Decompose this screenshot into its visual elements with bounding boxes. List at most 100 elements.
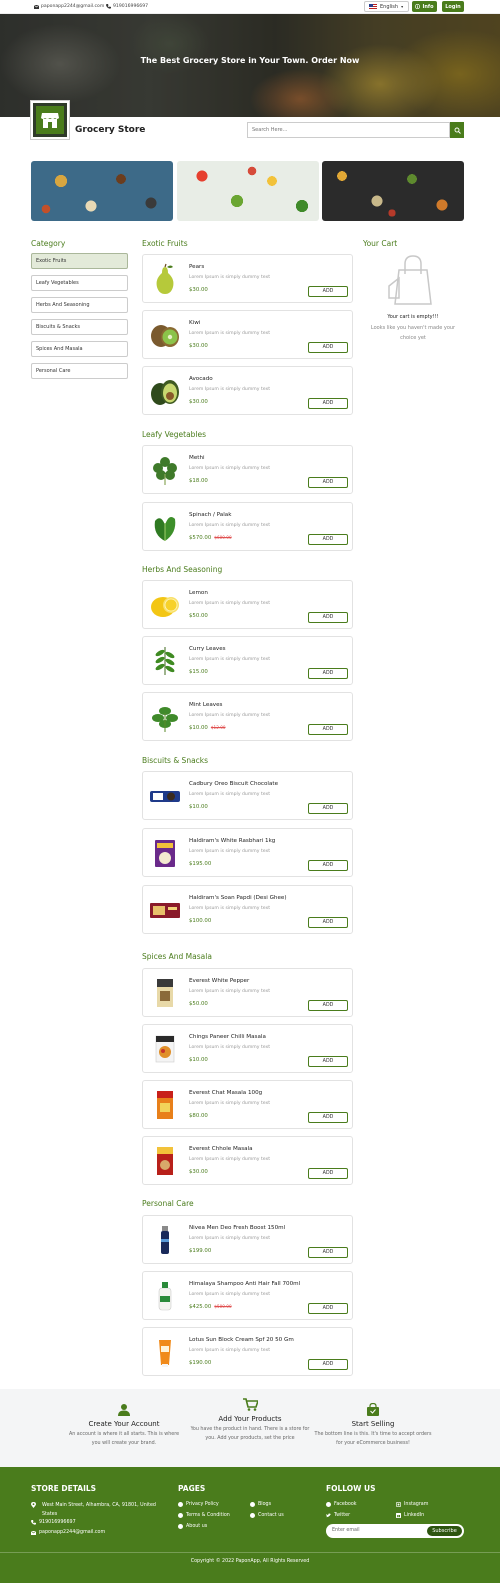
add-to-cart-button[interactable]: ADD xyxy=(308,1056,348,1067)
product-card[interactable]: Haldiram's Soan Papdi (Desi Ghee) Lorem I… xyxy=(142,885,353,934)
search-input[interactable] xyxy=(247,122,450,138)
product-name: Spinach / Palak xyxy=(189,512,232,518)
feature-add-products: Add Your Products You have the product i… xyxy=(190,1398,310,1443)
spinach-icon xyxy=(149,511,181,543)
add-to-cart-button[interactable]: ADD xyxy=(308,668,348,679)
product-name: Himalaya Shampoo Anti Hair Fall 700ml xyxy=(189,1281,301,1287)
search-button[interactable] xyxy=(450,122,464,138)
add-to-cart-button[interactable]: ADD xyxy=(308,342,348,353)
add-to-cart-button[interactable]: ADD xyxy=(308,803,348,814)
footer-email[interactable]: paponapp2244@gmail.com xyxy=(31,1530,105,1535)
promo-banner-produce[interactable] xyxy=(322,161,464,221)
bullet-icon xyxy=(178,1513,183,1518)
product-price: $30.00 xyxy=(189,287,208,293)
price-current: $570.00 xyxy=(189,535,212,541)
product-card[interactable]: Lotus Sun Block Cream Spf 20 50 Gm Lorem … xyxy=(142,1327,353,1376)
product-price: $190.00 xyxy=(189,1360,211,1366)
category-item[interactable]: Personal Care xyxy=(31,363,128,379)
language-select[interactable]: English ▾ xyxy=(364,1,409,12)
product-card[interactable]: Avocado Lorem Ipsum is simply dummy text $… xyxy=(142,366,353,415)
add-to-cart-button[interactable]: ADD xyxy=(308,477,348,488)
product-card[interactable]: Everest Chat Masala 100g Lorem Ipsum is s… xyxy=(142,1080,353,1129)
add-to-cart-button[interactable]: ADD xyxy=(308,724,348,735)
product-card[interactable]: Everest White Pepper Lorem Ipsum is simpl… xyxy=(142,968,353,1017)
add-to-cart-button[interactable]: ADD xyxy=(308,1247,348,1258)
category-item[interactable]: Spices And Masala xyxy=(31,341,128,357)
product-description: Lorem Ipsum is simply dummy text xyxy=(189,657,271,662)
product-card[interactable]: Spinach / Palak Lorem Ipsum is simply dum… xyxy=(142,502,353,551)
footer-link-contact[interactable]: Contact us xyxy=(250,1513,284,1518)
product-card[interactable]: Everest Chhole Masala Lorem Ipsum is simp… xyxy=(142,1136,353,1185)
price-current: $30.00 xyxy=(189,399,208,405)
bullet-icon xyxy=(178,1524,183,1529)
product-card[interactable]: Kiwi Lorem Ipsum is simply dummy text $30.… xyxy=(142,310,353,359)
product-card[interactable]: Pears Lorem Ipsum is simply dummy text $30… xyxy=(142,254,353,303)
sunblock-tube-icon xyxy=(149,1336,181,1368)
category-item[interactable]: Herbs And Seasoning xyxy=(31,297,128,313)
social-linkedin[interactable]: LinkedIn xyxy=(396,1513,424,1518)
product-description: Lorem Ipsum is simply dummy text xyxy=(189,906,271,911)
footer-link-blogs[interactable]: Blogs xyxy=(250,1502,271,1507)
product-card[interactable]: Mint Leaves Lorem Ipsum is simply dummy t… xyxy=(142,692,353,741)
add-to-cart-button[interactable]: ADD xyxy=(308,860,348,871)
rasbhari-icon xyxy=(149,837,181,869)
add-to-cart-button[interactable]: ADD xyxy=(308,1168,348,1179)
product-card[interactable]: Methi Lorem Ipsum is simply dummy text $18… xyxy=(142,445,353,494)
category-item[interactable]: Biscuits & Snacks xyxy=(31,319,128,335)
product-description: Lorem Ipsum is simply dummy text xyxy=(189,1045,271,1050)
social-twitter[interactable]: Twitter xyxy=(326,1513,350,1518)
social-instagram[interactable]: Instagram xyxy=(396,1502,428,1507)
footer-link-about[interactable]: About us xyxy=(178,1524,207,1529)
price-current: $10.00 xyxy=(189,804,208,810)
topbar-email[interactable]: paponapp2244@gmail.com xyxy=(34,4,104,9)
promo-banner-spices[interactable] xyxy=(31,161,173,221)
social-facebook[interactable]: Facebook xyxy=(326,1502,357,1507)
copyright: Copyright © 2022 PaponApp, All Rights Re… xyxy=(0,1552,500,1564)
product-card[interactable]: Lemon Lorem Ipsum is simply dummy text $50… xyxy=(142,580,353,629)
product-name: Curry Leaves xyxy=(189,646,226,652)
add-to-cart-button[interactable]: ADD xyxy=(308,1000,348,1011)
footer-link-label: Blogs xyxy=(258,1502,272,1507)
promo-banner-vegetables[interactable] xyxy=(177,161,319,221)
info-button[interactable]: Info xyxy=(412,1,437,12)
footer-link-terms[interactable]: Terms & Condition xyxy=(178,1513,230,1518)
category-item[interactable]: Exotic Fruits xyxy=(31,253,128,269)
login-button[interactable]: Login xyxy=(442,1,464,12)
category-item[interactable]: Leafy Vegetables xyxy=(31,275,128,291)
product-card[interactable]: Nivea Men Deo Fresh Boost 150ml Lorem Ips… xyxy=(142,1215,353,1264)
product-card[interactable]: Himalaya Shampoo Anti Hair Fall 700ml Lor… xyxy=(142,1271,353,1320)
product-card[interactable]: Chings Paneer Chilli Masala Lorem Ipsum i… xyxy=(142,1024,353,1073)
product-price: $425.00 $500.00 xyxy=(189,1304,232,1310)
add-to-cart-button[interactable]: ADD xyxy=(308,1359,348,1370)
login-label: Login xyxy=(445,3,461,10)
category-title: Category xyxy=(31,239,66,248)
shampoo-bottle-icon xyxy=(149,1280,181,1312)
cart-title: Your Cart xyxy=(363,239,398,248)
product-card[interactable]: Haldiram's White Rasbhari 1kg Lorem Ipsum… xyxy=(142,828,353,877)
add-to-cart-button[interactable]: ADD xyxy=(308,534,348,545)
add-to-cart-button[interactable]: ADD xyxy=(308,286,348,297)
subscribe-button[interactable]: Subscribe xyxy=(427,1526,462,1536)
price-current: $199.00 xyxy=(189,1248,212,1254)
footer-follow-title: FOLLOW US xyxy=(326,1484,376,1493)
store-logo[interactable] xyxy=(31,101,69,139)
add-to-cart-button[interactable]: ADD xyxy=(308,398,348,409)
product-description: Lorem Ipsum is simply dummy text xyxy=(189,1348,271,1353)
envelope-icon xyxy=(31,1530,36,1535)
product-price: $15.00 xyxy=(189,669,208,675)
product-card[interactable]: Curry Leaves Lorem Ipsum is simply dummy … xyxy=(142,636,353,685)
add-to-cart-button[interactable]: ADD xyxy=(308,1112,348,1123)
topbar-phone[interactable]: 919016996697 xyxy=(106,4,148,9)
add-to-cart-button[interactable]: ADD xyxy=(308,612,348,623)
newsletter-email-input[interactable]: Enter email xyxy=(332,1528,360,1533)
section-title: Personal Care xyxy=(142,1199,194,1208)
product-description: Lorem Ipsum is simply dummy text xyxy=(189,792,271,797)
add-to-cart-button[interactable]: ADD xyxy=(308,1303,348,1314)
footer-link-privacy[interactable]: Privacy Policy xyxy=(178,1502,219,1507)
footer-pages-title: PAGES xyxy=(178,1484,206,1493)
add-to-cart-button[interactable]: ADD xyxy=(308,917,348,928)
product-card[interactable]: Cadbury Oreo Biscuit Chocolate Lorem Ipsu… xyxy=(142,771,353,820)
footer-link-label: About us xyxy=(186,1524,208,1529)
footer-phone[interactable]: 919016996697 xyxy=(31,1520,76,1525)
section-title: Spices And Masala xyxy=(142,952,212,961)
